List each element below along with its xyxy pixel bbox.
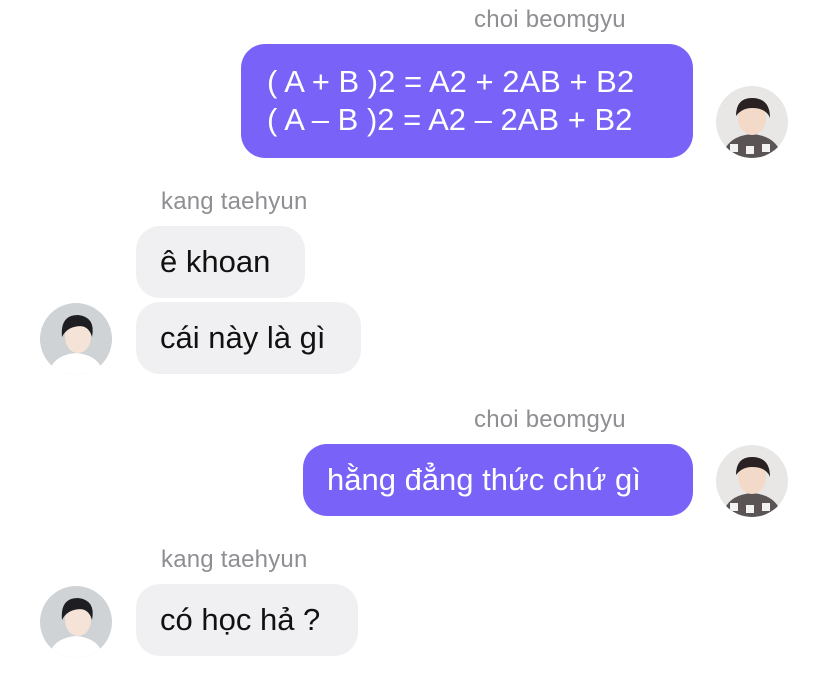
- sender-name-beomgyu: choi beomgyu: [474, 6, 626, 33]
- sender-name-taehyun: kang taehyun: [161, 188, 308, 215]
- message-bubble-incoming[interactable]: ê khoan: [136, 226, 305, 298]
- message-bubble-incoming[interactable]: có học hả ?: [136, 584, 358, 656]
- taehyun-avatar-icon[interactable]: [40, 586, 112, 658]
- message-bubble-incoming[interactable]: cái này là gì: [136, 302, 361, 374]
- taehyun-avatar-icon[interactable]: [40, 303, 112, 375]
- message-text: ê khoan: [160, 244, 271, 279]
- sender-name-taehyun: kang taehyun: [161, 546, 308, 573]
- message-text: hằng đẳng thức chứ gì: [327, 462, 641, 497]
- message-text: có học hả ?: [160, 602, 321, 637]
- message-bubble-outgoing[interactable]: hằng đẳng thức chứ gì: [303, 444, 693, 516]
- sender-name-beomgyu: choi beomgyu: [474, 406, 626, 433]
- message-bubble-outgoing[interactable]: ( A + B )2 = A2 + 2AB + B2 ( A – B )2 = …: [241, 44, 693, 158]
- message-text: cái này là gì: [160, 320, 326, 355]
- message-text: ( A – B )2 = A2 – 2AB + B2: [267, 102, 633, 137]
- beomgyu-avatar-icon[interactable]: [716, 445, 788, 517]
- message-text: ( A + B )2 = A2 + 2AB + B2: [267, 64, 635, 99]
- beomgyu-avatar-icon[interactable]: [716, 86, 788, 158]
